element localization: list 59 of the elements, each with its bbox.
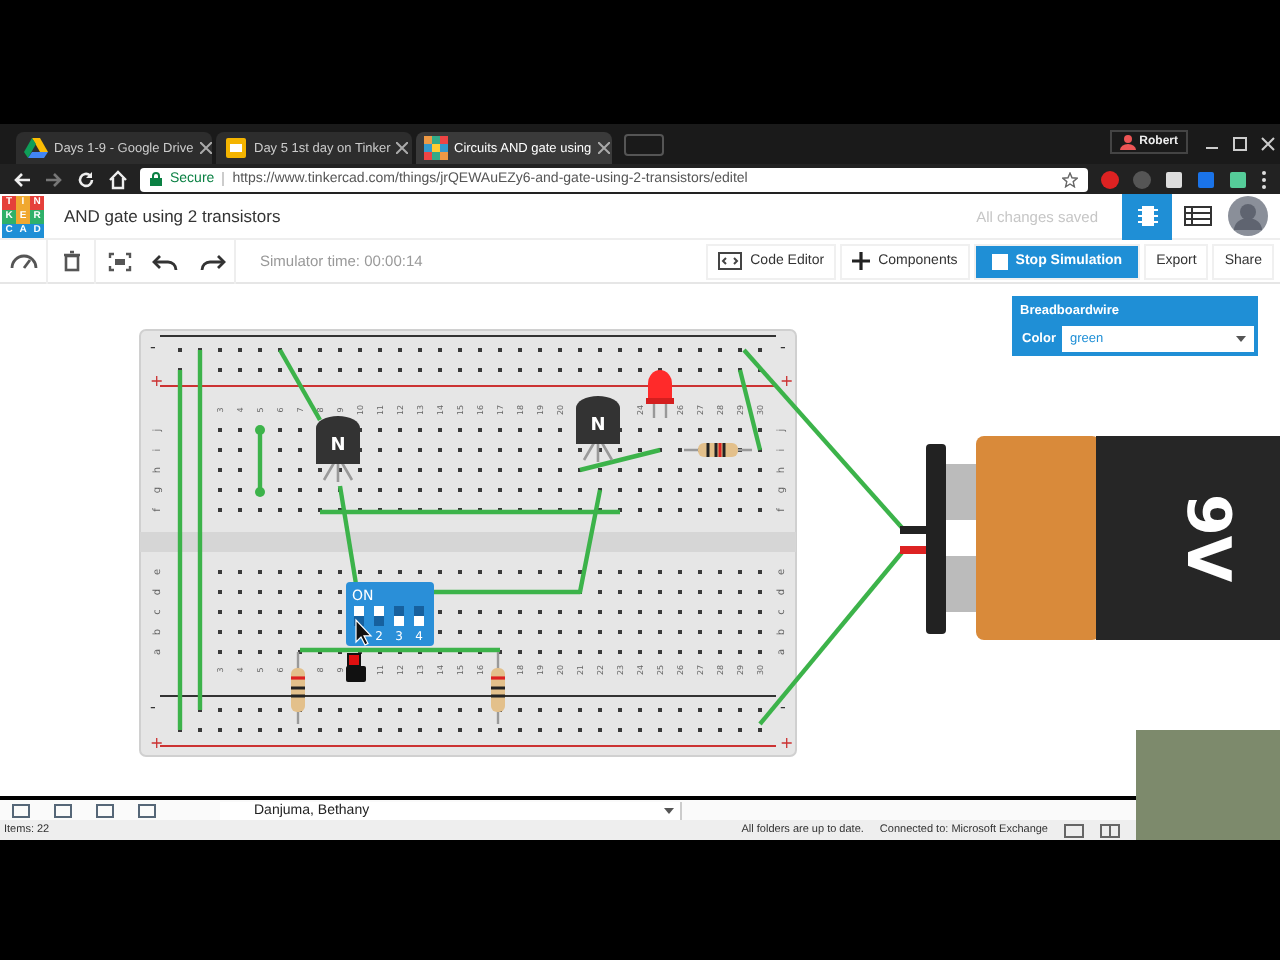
reading-view-icon[interactable] <box>1100 823 1120 837</box>
transistor-label: N <box>590 416 606 436</box>
slides-icon <box>224 136 248 160</box>
calendar-icon[interactable] <box>54 803 72 817</box>
redo-icon[interactable] <box>197 249 225 273</box>
people-icon[interactable] <box>96 803 114 817</box>
project-title: AND gate using 2 transistors <box>64 206 281 226</box>
caret-icon <box>1236 336 1246 342</box>
rail-mark: + <box>780 734 794 752</box>
more-vertical-icon[interactable] <box>1260 169 1268 189</box>
back-arrow-icon[interactable] <box>12 169 32 189</box>
close-icon[interactable] <box>597 142 610 154</box>
dashboard-icon[interactable] <box>9 249 37 273</box>
undo-icon[interactable] <box>151 249 179 273</box>
rail-mark: - <box>780 338 786 356</box>
mail-icon[interactable] <box>12 803 30 817</box>
transistor <box>576 396 620 464</box>
resistor <box>489 652 507 724</box>
avatar-icon[interactable] <box>1228 196 1268 236</box>
close-icon[interactable] <box>396 142 409 154</box>
rail-mark: - <box>780 698 786 716</box>
lock-icon <box>150 172 162 186</box>
home-icon[interactable] <box>108 169 128 189</box>
stop-icon <box>991 253 1008 269</box>
rail-mark: + <box>150 372 164 390</box>
caret-icon <box>664 807 674 813</box>
rail-mark: + <box>780 372 794 390</box>
photo-placeholder <box>1136 730 1280 840</box>
cursor-icon <box>355 618 373 646</box>
drive-icon <box>24 136 48 160</box>
plus-icon <box>852 252 871 270</box>
fit-view-icon[interactable] <box>105 249 133 273</box>
rail-mark: - <box>150 698 156 716</box>
person-icon <box>1119 134 1136 150</box>
close-icon[interactable] <box>199 142 212 154</box>
probe-marker <box>347 653 361 667</box>
transistor <box>316 416 360 484</box>
wire <box>255 425 265 497</box>
tasks-icon[interactable] <box>138 803 156 817</box>
resistor <box>289 652 307 724</box>
chip-icon <box>1137 204 1157 228</box>
list-view-icon[interactable] <box>1184 206 1212 226</box>
close-icon[interactable] <box>1256 134 1280 154</box>
forward-arrow-icon[interactable] <box>44 169 64 189</box>
wire <box>579 447 661 473</box>
circuit-view-button[interactable] <box>1122 193 1172 239</box>
wire <box>278 348 322 422</box>
rail-mark: - <box>150 338 156 356</box>
probe-tag <box>346 666 366 682</box>
code-icon <box>718 252 743 270</box>
star-icon[interactable] <box>1062 171 1078 187</box>
maximize-icon[interactable] <box>1228 134 1252 154</box>
normal-view-icon[interactable] <box>1064 823 1084 837</box>
battery-label: 9V <box>1172 493 1242 583</box>
rail-mark: + <box>150 734 164 752</box>
reload-icon[interactable] <box>76 169 96 189</box>
grid-logo-icon <box>424 136 448 160</box>
transistor-label: N <box>330 436 346 456</box>
resistor <box>684 441 752 459</box>
